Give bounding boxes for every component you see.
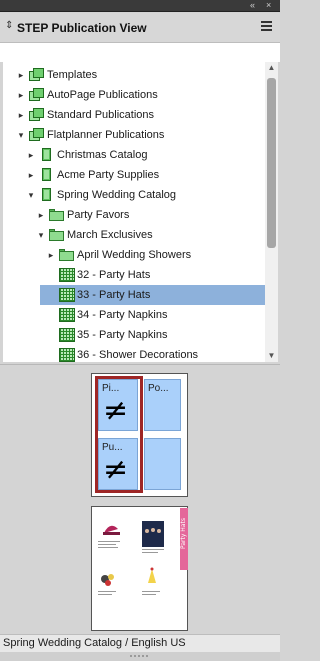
close-panel-icon[interactable]: ×	[266, 0, 271, 12]
publication-tree: ▸ Templates ▸ AutoPage Publications ▸ St…	[3, 62, 265, 362]
expand-collapse-icon[interactable]: ⇕	[5, 20, 13, 31]
page-thumbnail-art: Party Hats	[98, 508, 188, 595]
tree-item-autopage-publications[interactable]: ▸ AutoPage Publications	[3, 85, 265, 105]
tree-item-page-35[interactable]: 35 - Party Napkins	[3, 325, 265, 345]
tree-item-page-34[interactable]: 34 - Party Napkins	[3, 305, 265, 325]
expand-arrow-icon[interactable]: ▸	[25, 165, 37, 185]
tree-item-label: 35 - Party Napkins	[77, 329, 168, 341]
selection-frame	[95, 376, 143, 493]
collapse-arrow-icon[interactable]: ▾	[25, 185, 37, 205]
expand-arrow-icon[interactable]: ▸	[15, 65, 27, 85]
tree-scrollbar[interactable]: ▲ ▼	[265, 62, 278, 362]
tree-item-templates[interactable]: ▸ Templates	[3, 65, 265, 85]
product-slot[interactable]: Po...	[144, 379, 181, 431]
tree-item-label: Flatplanner Publications	[47, 129, 165, 141]
scroll-up-icon[interactable]: ▲	[265, 62, 278, 74]
expand-arrow-icon[interactable]: ▸	[25, 145, 37, 165]
catalog-icon	[39, 148, 55, 162]
tree-item-label: 36 - Shower Decorations	[77, 349, 199, 361]
tree-item-label: Spring Wedding Catalog	[57, 189, 177, 201]
tree-item-flatplanner-publications[interactable]: ▾ Flatplanner Publications	[3, 125, 265, 145]
panel-top-strip: « ×	[0, 0, 280, 12]
publication-icon	[29, 108, 45, 122]
slot-label: Po...	[148, 383, 169, 394]
tree-item-label: Party Favors	[67, 209, 130, 221]
tree-item-page-36[interactable]: 36 - Shower Decorations	[3, 345, 265, 362]
tree-item-label: Acme Party Supplies	[57, 169, 160, 181]
tree-item-spring-wedding-catalog[interactable]: ▾ Spring Wedding Catalog	[3, 185, 265, 205]
page-preview-area: Pi... ≠ Po... Pu... ≠ Party Hats	[0, 364, 280, 634]
expand-arrow-icon[interactable]: ▸	[15, 85, 27, 105]
page-icon	[59, 268, 75, 282]
status-path: Spring Wedding Catalog / English US	[3, 637, 186, 649]
page-banner-label: Party Hats	[180, 518, 187, 549]
party-hat-icon	[104, 525, 118, 533]
expand-arrow-icon[interactable]: ▸	[35, 205, 47, 225]
scroll-down-icon[interactable]: ▼	[265, 350, 278, 362]
tree-item-label: 34 - Party Napkins	[77, 309, 168, 321]
scrollbar-thumb[interactable]	[267, 78, 276, 248]
collapse-arrow-icon[interactable]: ▾	[35, 225, 47, 245]
cone-hat-icon	[148, 569, 156, 583]
page-thumbnail[interactable]: Party Hats	[91, 506, 188, 631]
page-icon	[59, 288, 75, 302]
tree-item-april-wedding-showers[interactable]: ▸ April Wedding Showers	[3, 245, 265, 265]
tree-header-space	[0, 43, 280, 62]
panel-title: STEP Publication View	[17, 21, 147, 35]
expand-arrow-icon[interactable]: ▸	[45, 245, 57, 265]
tree-item-march-exclusives[interactable]: ▾ March Exclusives	[3, 225, 265, 245]
status-bar: Spring Wedding Catalog / English US	[0, 634, 280, 652]
tree-item-label: Standard Publications	[47, 109, 155, 121]
page-icon	[59, 308, 75, 322]
publication-icon	[29, 68, 45, 82]
tree-item-label: Christmas Catalog	[57, 149, 148, 161]
catalog-icon	[39, 168, 55, 182]
group-photo-icon	[142, 521, 164, 547]
tree-item-page-32[interactable]: 32 - Party Hats	[3, 265, 265, 285]
expand-arrow-icon[interactable]: ▸	[15, 105, 27, 125]
tree-item-party-favors[interactable]: ▸ Party Favors	[3, 205, 265, 225]
folder-icon	[59, 248, 75, 262]
publication-icon	[29, 88, 45, 102]
tree-item-label: April Wedding Showers	[77, 249, 192, 261]
tree-item-label: AutoPage Publications	[47, 89, 158, 101]
publication-icon	[29, 128, 45, 142]
folder-open-icon	[49, 228, 65, 242]
tree-item-label: March Exclusives	[67, 229, 153, 241]
product-slot[interactable]	[144, 438, 181, 490]
panel-menu-icon[interactable]	[261, 21, 272, 33]
folder-icon	[49, 208, 65, 222]
resize-grip[interactable]	[0, 652, 280, 661]
panel-title-bar: ⇕ STEP Publication View	[0, 13, 280, 43]
tree-item-christmas-catalog[interactable]: ▸ Christmas Catalog	[3, 145, 265, 165]
tree-item-page-33[interactable]: 33 - Party Hats	[40, 285, 265, 305]
page-icon	[59, 328, 75, 342]
tree-item-label: Templates	[47, 69, 98, 81]
collapse-panel-icon[interactable]: «	[250, 0, 255, 12]
tree-item-acme-party-supplies[interactable]: ▸ Acme Party Supplies	[3, 165, 265, 185]
catalog-icon	[39, 188, 55, 202]
page-spread-preview[interactable]: Pi... ≠ Po... Pu... ≠	[91, 373, 188, 497]
collapse-arrow-icon[interactable]: ▾	[15, 125, 27, 145]
page-icon	[59, 348, 75, 362]
tree-item-label: 32 - Party Hats	[77, 269, 151, 281]
tree-item-label: 33 - Party Hats	[77, 289, 151, 301]
tree-item-standard-publications[interactable]: ▸ Standard Publications	[3, 105, 265, 125]
